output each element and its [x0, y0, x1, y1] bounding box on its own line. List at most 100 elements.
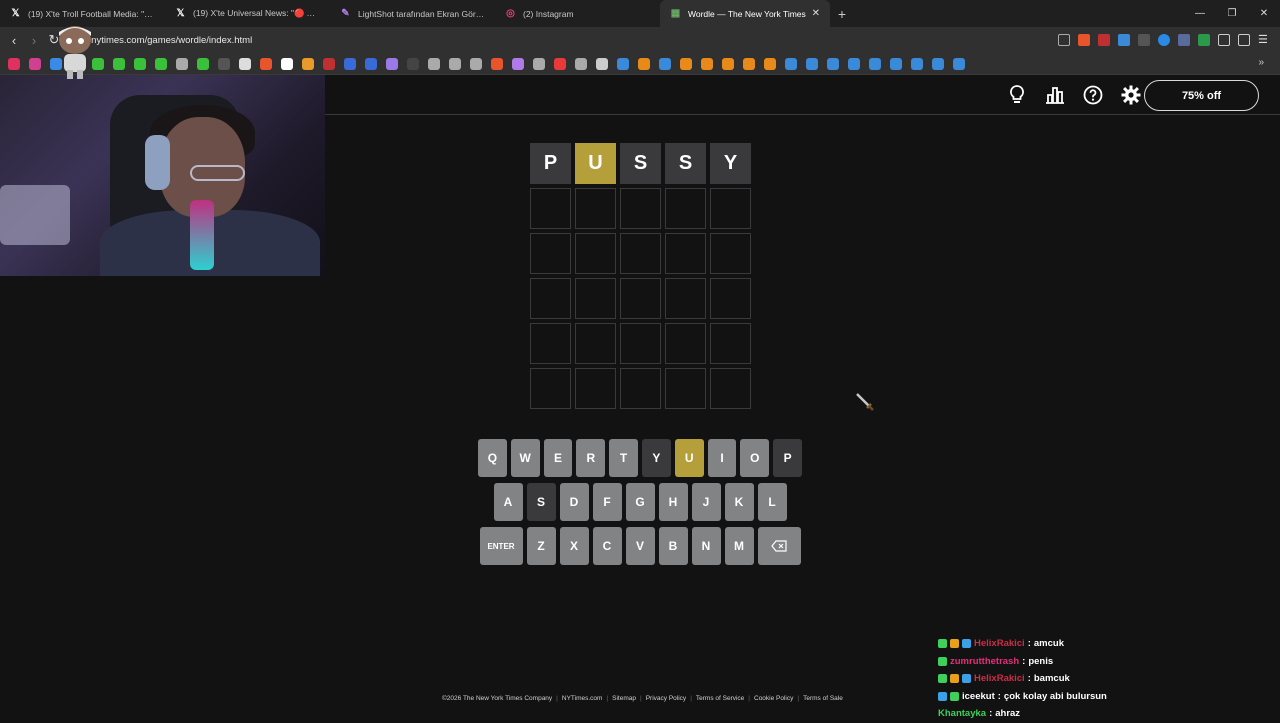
- hint-bulb-icon[interactable]: [1006, 84, 1028, 106]
- bookmark-icon[interactable]: [302, 57, 314, 70]
- bookmark-icon[interactable]: [827, 57, 839, 70]
- bookmark-icon[interactable]: [533, 57, 545, 70]
- bookmark-icon[interactable]: [386, 57, 398, 70]
- bookmark-icon[interactable]: [953, 57, 965, 70]
- puzzle-icon[interactable]: [1218, 34, 1230, 46]
- bookmark-icon[interactable]: [197, 57, 209, 70]
- bookmark-icon[interactable]: [176, 57, 188, 70]
- bookmark-icon[interactable]: [155, 57, 167, 70]
- promo-button[interactable]: 75% off: [1144, 80, 1259, 111]
- bookmark-icon[interactable]: [344, 57, 356, 70]
- enter-key[interactable]: ENTER: [479, 527, 523, 565]
- bookmark-icon[interactable]: [113, 57, 125, 70]
- statistics-icon[interactable]: [1044, 84, 1066, 106]
- bookmark-icon[interactable]: [890, 57, 902, 70]
- key-x[interactable]: X: [559, 527, 589, 565]
- bookmark-icon[interactable]: [8, 57, 20, 70]
- key-i[interactable]: I: [707, 439, 737, 477]
- new-tab-button[interactable]: +: [830, 6, 854, 22]
- key-u[interactable]: U: [674, 439, 704, 477]
- extension-icon[interactable]: [1198, 34, 1210, 46]
- minimize-icon[interactable]: —: [1184, 0, 1216, 27]
- menu-icon[interactable]: ☰: [1258, 34, 1272, 46]
- bookmark-icon[interactable]: [554, 57, 566, 70]
- settings-gear-icon[interactable]: [1120, 84, 1142, 106]
- footer-link[interactable]: Sitemap: [612, 695, 636, 702]
- footer-link[interactable]: Terms of Sale: [803, 695, 843, 702]
- bookmark-icon[interactable]: [260, 57, 272, 70]
- share-icon[interactable]: [1058, 34, 1070, 46]
- footer-link[interactable]: Terms of Service: [696, 695, 744, 702]
- key-d[interactable]: D: [559, 483, 589, 521]
- bookmark-icon[interactable]: [365, 57, 377, 70]
- extension-icon[interactable]: [1178, 34, 1190, 46]
- browser-tab[interactable]: 𝕏 (19) X'te Universal News: "🔴 A Chin: [165, 0, 330, 27]
- chat-username[interactable]: HelixRakici: [974, 638, 1025, 649]
- key-r[interactable]: R: [576, 439, 606, 477]
- extension-icon[interactable]: [1098, 34, 1110, 46]
- browser-tab[interactable]: ▦ Wordle — The New York Times ✕: [660, 0, 830, 27]
- footer-link[interactable]: Privacy Policy: [646, 695, 686, 702]
- extension-icon[interactable]: [1158, 34, 1170, 46]
- url-field[interactable]: nytimes.com/games/wordle/index.html: [91, 35, 252, 46]
- bookmark-icon[interactable]: [281, 57, 293, 70]
- bookmark-icon[interactable]: [680, 57, 692, 70]
- browser-tab[interactable]: ✎ LightShot tarafından Ekran Görüntü: [330, 0, 495, 27]
- bookmark-icon[interactable]: [638, 57, 650, 70]
- key-t[interactable]: T: [609, 439, 638, 477]
- key-n[interactable]: N: [691, 527, 721, 565]
- sidebar-icon[interactable]: [1238, 34, 1250, 46]
- bookmark-icon[interactable]: [722, 57, 734, 70]
- bookmark-icon[interactable]: [911, 57, 923, 70]
- key-e[interactable]: E: [543, 439, 573, 477]
- close-tab-icon[interactable]: ✕: [812, 8, 820, 19]
- chat-username[interactable]: HelixRakici: [974, 673, 1025, 684]
- key-g[interactable]: G: [625, 483, 655, 521]
- more-bookmarks-icon[interactable]: »: [1258, 57, 1264, 68]
- key-a[interactable]: A: [493, 483, 523, 521]
- key-z[interactable]: Z: [526, 527, 556, 565]
- bookmark-icon[interactable]: [806, 57, 818, 70]
- forward-icon[interactable]: ›: [24, 33, 44, 48]
- bookmark-icon[interactable]: [701, 57, 713, 70]
- bookmark-icon[interactable]: [659, 57, 671, 70]
- close-window-icon[interactable]: ✕: [1248, 0, 1280, 27]
- bookmark-icon[interactable]: [449, 57, 461, 70]
- bookmark-icon[interactable]: [743, 57, 755, 70]
- bookmark-icon[interactable]: [869, 57, 881, 70]
- bookmark-icon[interactable]: [512, 57, 524, 70]
- key-o[interactable]: O: [740, 439, 770, 477]
- key-j[interactable]: J: [691, 483, 721, 521]
- bookmark-icon[interactable]: [491, 57, 503, 70]
- brave-shield-icon[interactable]: [1078, 34, 1090, 46]
- key-c[interactable]: C: [592, 527, 622, 565]
- bookmark-icon[interactable]: [575, 57, 587, 70]
- key-v[interactable]: V: [625, 527, 655, 565]
- restore-icon[interactable]: ❐: [1216, 0, 1248, 27]
- bookmark-icon[interactable]: [218, 57, 230, 70]
- key-b[interactable]: B: [658, 527, 688, 565]
- bookmark-icon[interactable]: [764, 57, 776, 70]
- key-l[interactable]: L: [757, 483, 787, 521]
- bookmark-icon[interactable]: [134, 57, 146, 70]
- back-icon[interactable]: ‹: [4, 33, 24, 48]
- key-q[interactable]: Q: [478, 439, 507, 477]
- extension-icon[interactable]: [1118, 34, 1130, 46]
- key-f[interactable]: F: [592, 483, 622, 521]
- help-icon[interactable]: [1082, 84, 1104, 106]
- bookmark-icon[interactable]: [596, 57, 608, 70]
- bookmark-icon[interactable]: [428, 57, 440, 70]
- key-h[interactable]: H: [658, 483, 688, 521]
- browser-tab[interactable]: ◎ (2) Instagram: [495, 0, 660, 27]
- footer-link[interactable]: Cookie Policy: [754, 695, 793, 702]
- bookmark-icon[interactable]: [785, 57, 797, 70]
- footer-link[interactable]: NYTimes.com: [562, 695, 603, 702]
- extension-icon[interactable]: [1138, 34, 1150, 46]
- key-m[interactable]: M: [724, 527, 754, 565]
- bookmark-icon[interactable]: [239, 57, 251, 70]
- key-s[interactable]: S: [526, 483, 556, 521]
- chat-username[interactable]: Khantayka: [938, 708, 986, 719]
- key-y[interactable]: Y: [642, 439, 671, 477]
- chat-username[interactable]: iceekut: [962, 691, 995, 702]
- key-w[interactable]: W: [510, 439, 540, 477]
